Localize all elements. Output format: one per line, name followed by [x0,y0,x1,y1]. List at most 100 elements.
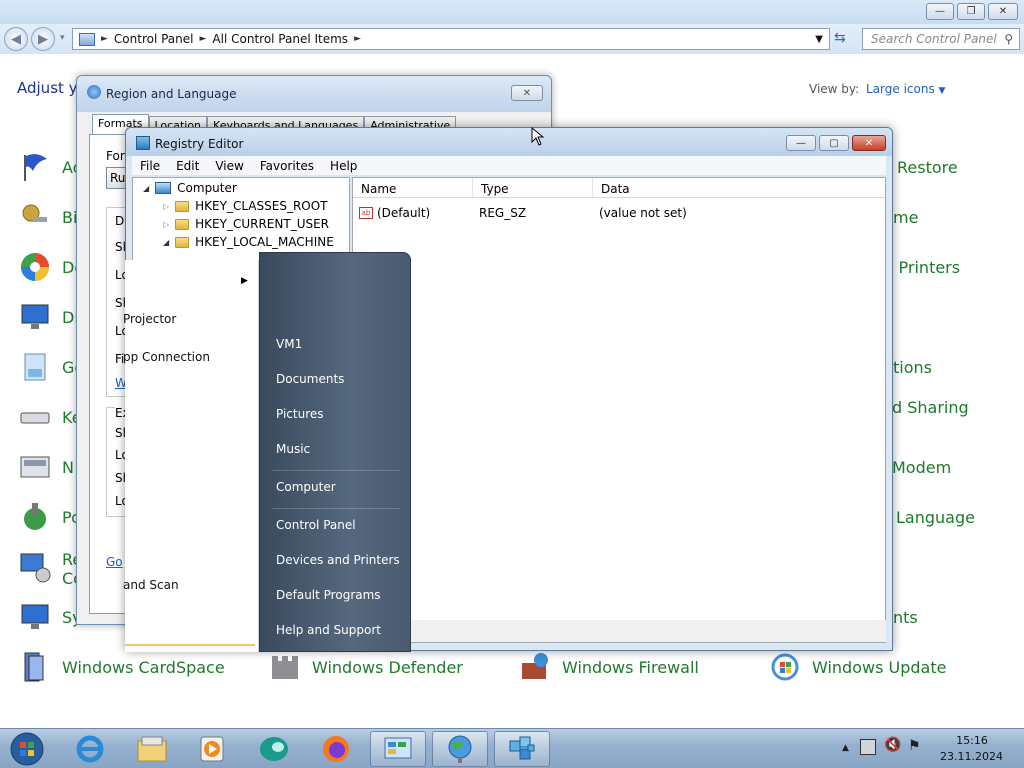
start-place-control-panel[interactable]: Control Panel [276,518,356,532]
table-row[interactable]: ab (Default) REG_SZ (value not set) [359,204,879,222]
cp-item-user-accounts[interactable]: nts [893,608,918,627]
start-separator [272,470,400,471]
registry-minimize-button[interactable]: — [786,135,816,151]
cp-item-cardspace[interactable]: Windows CardSpace [18,650,225,684]
cp-item-remoteapp[interactable]: Re Co [18,550,83,588]
cp-item-system[interactable]: Sy [18,600,82,634]
cp-item-devices-printers[interactable]: l Printers [889,258,960,277]
cp-item-phone-modem[interactable]: Modem [892,458,951,477]
menu-help[interactable]: Help [330,159,357,173]
additional-settings-link[interactable]: Go [106,555,123,569]
cp-item-keyboard[interactable]: Ke [18,400,82,434]
tree-node-computer[interactable]: ◢ Computer [143,181,237,195]
defender-castle-icon [268,650,302,684]
maximize-button[interactable]: ❐ [957,3,985,20]
cp-item-network[interactable]: N [18,450,74,484]
start-program-item[interactable]: pp Connection [123,350,210,364]
cp-item-folder-options[interactable]: tions [893,358,932,377]
search-input[interactable]: Search Control Panel ⚲ [862,28,1020,50]
cp-item-action-center[interactable]: Ac [18,150,81,184]
taskbar-control-panel[interactable] [370,731,426,767]
tree-node-hklm[interactable]: ◢ HKEY_LOCAL_MACHINE [163,235,334,249]
cp-item-network-sharing[interactable]: d Sharing [892,398,969,417]
forward-button[interactable]: ▶ [31,27,55,51]
start-place-devices-printers[interactable]: Devices and Printers [276,553,400,567]
menu-edit[interactable]: Edit [176,159,199,173]
start-place-user[interactable]: VM1 [276,337,302,351]
cp-item-windows-update[interactable]: Windows Update [768,650,946,684]
forward-arrow-icon: ▶ [38,31,48,47]
cp-item-region-language[interactable]: Language [896,508,975,527]
cp-item-bitlocker[interactable]: Bi [18,200,77,234]
breadcrumb-control-panel[interactable]: Control Panel [114,32,194,46]
clock-time[interactable]: 15:16 [950,734,994,747]
cp-item-label: Windows Defender [312,657,463,677]
column-type[interactable]: Type [473,178,593,197]
submenu-arrow-icon[interactable]: ▶ [241,276,248,286]
column-data[interactable]: Data [593,178,793,197]
cp-item-label: Windows Update [812,657,947,677]
column-name[interactable]: Name [353,178,473,197]
cp-item-defender[interactable]: Windows Defender [268,650,463,684]
action-center-tray-icon[interactable]: ⚑ [908,738,921,754]
start-program-item[interactable]: Projector [123,312,176,326]
tree-node-hkcu[interactable]: ▷ HKEY_CURRENT_USER [163,217,329,231]
clock-date[interactable]: 23.11.2024 [940,750,1003,763]
taskbar-firefox[interactable] [308,731,364,767]
show-hidden-icons-icon[interactable]: ▲ [842,743,849,753]
back-button[interactable]: ◀ [4,27,28,51]
taskbar-region-language[interactable] [432,731,488,767]
menu-favorites[interactable]: Favorites [260,159,314,173]
tree-expand-icon[interactable]: ▷ [163,202,169,211]
breadcrumb-chevron-icon: ► [101,34,108,44]
address-dropdown-icon[interactable]: ▼ [815,34,823,45]
start-place-computer[interactable]: Computer [276,480,336,494]
cp-item-recovery[interactable]: Restore [897,158,958,177]
keyboard-icon [18,400,52,434]
start-place-default-programs[interactable]: Default Programs [276,588,381,602]
registry-title: Registry Editor [155,137,244,151]
start-program-item[interactable]: and Scan [123,578,179,592]
start-place-pictures[interactable]: Pictures [276,407,324,421]
registry-titlebar: Registry Editor — ▢ ✕ [126,128,892,156]
registry-editor-icon [136,136,150,150]
tree-collapse-icon[interactable]: ◢ [143,184,149,193]
registry-maximize-button[interactable]: ▢ [819,135,849,151]
taskbar-media-player[interactable] [184,731,240,767]
breadcrumb-all-items[interactable]: All Control Panel Items [212,32,348,46]
start-button[interactable] [2,731,52,767]
network-tray-icon[interactable] [860,739,876,755]
breadcrumb-chevron-icon: ► [354,34,361,44]
folder-icon [175,236,190,248]
start-place-music[interactable]: Music [276,442,310,456]
tree-expand-icon[interactable]: ▷ [163,220,169,229]
cp-item-homegroup[interactable]: me [893,208,918,227]
taskbar-registry-editor[interactable] [494,731,550,767]
taskbar-teal-app[interactable] [246,731,302,767]
tree-node-hkcr[interactable]: ▷ HKEY_CLASSES_ROOT [163,199,328,213]
back-arrow-icon: ◀ [11,31,21,47]
cp-item-power-options[interactable]: Po [18,500,81,534]
minimize-button[interactable]: — [926,3,954,20]
close-button[interactable]: ✕ [988,3,1018,20]
volume-muted-icon[interactable]: 🔇 [884,737,901,753]
taskbar-explorer[interactable] [124,731,180,767]
firefox-icon [323,736,349,762]
start-place-help-support[interactable]: Help and Support [276,623,381,637]
region-close-button[interactable]: ✕ [511,85,543,101]
view-by-dropdown[interactable]: Large icons ▼ [866,82,945,96]
recent-pages-icon[interactable]: ▾ [60,33,65,43]
cp-item-default-programs[interactable]: De [18,250,84,284]
registry-close-button[interactable]: ✕ [852,135,886,151]
refresh-icon[interactable]: ⇆ [834,30,846,46]
menu-view[interactable]: View [215,159,243,173]
address-bar[interactable]: ► Control Panel ► All Control Panel Item… [72,28,830,50]
cp-item-firewall[interactable]: Windows Firewall [518,650,699,684]
cp-item-gadgets[interactable]: Ge [18,350,84,384]
tree-collapse-icon[interactable]: ◢ [163,238,169,247]
taskbar-internet-explorer[interactable] [62,731,118,767]
start-place-documents[interactable]: Documents [276,372,344,386]
cp-item-display[interactable]: Di [18,300,79,334]
menu-file[interactable]: File [140,159,160,173]
folder-icon [175,218,190,230]
